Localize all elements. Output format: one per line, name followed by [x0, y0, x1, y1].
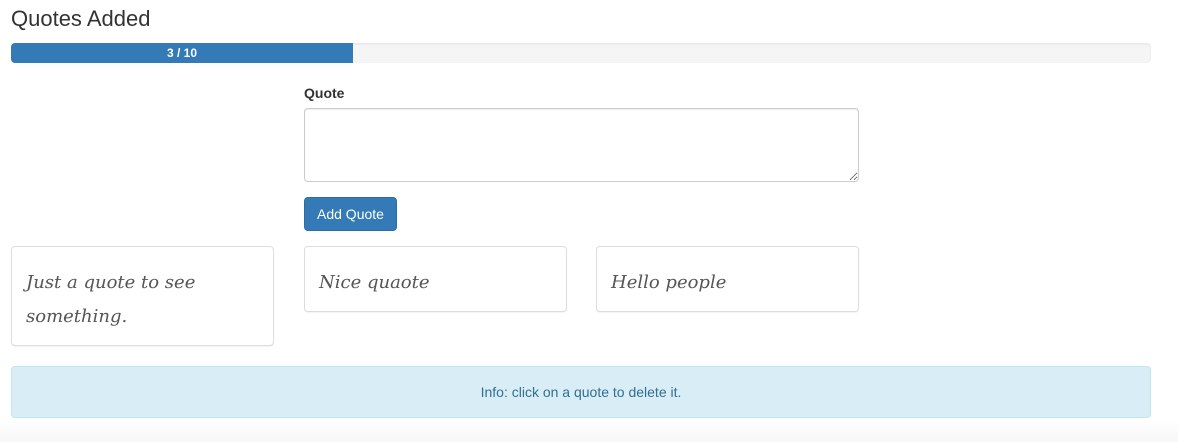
- quote-textarea[interactable]: [304, 108, 859, 182]
- quote-label: Quote: [304, 85, 345, 101]
- info-alert: Info: click on a quote to delete it.: [11, 366, 1151, 418]
- footer-strip: [0, 420, 1178, 442]
- quote-card[interactable]: Hello people: [596, 246, 859, 312]
- page-title: Quotes Added: [11, 6, 151, 31]
- progress-bar-fill: 3 / 10: [11, 43, 353, 63]
- quotes-progress: 3 / 10: [11, 43, 1151, 63]
- add-quote-button[interactable]: Add Quote: [304, 197, 397, 231]
- page: Quotes Added 3 / 10 Quote Add Quote Just…: [0, 0, 1178, 442]
- quote-form: Quote Add Quote: [304, 84, 859, 231]
- quote-card[interactable]: Just a quote to see something.: [11, 246, 274, 346]
- quote-card[interactable]: Nice quaote: [304, 246, 567, 312]
